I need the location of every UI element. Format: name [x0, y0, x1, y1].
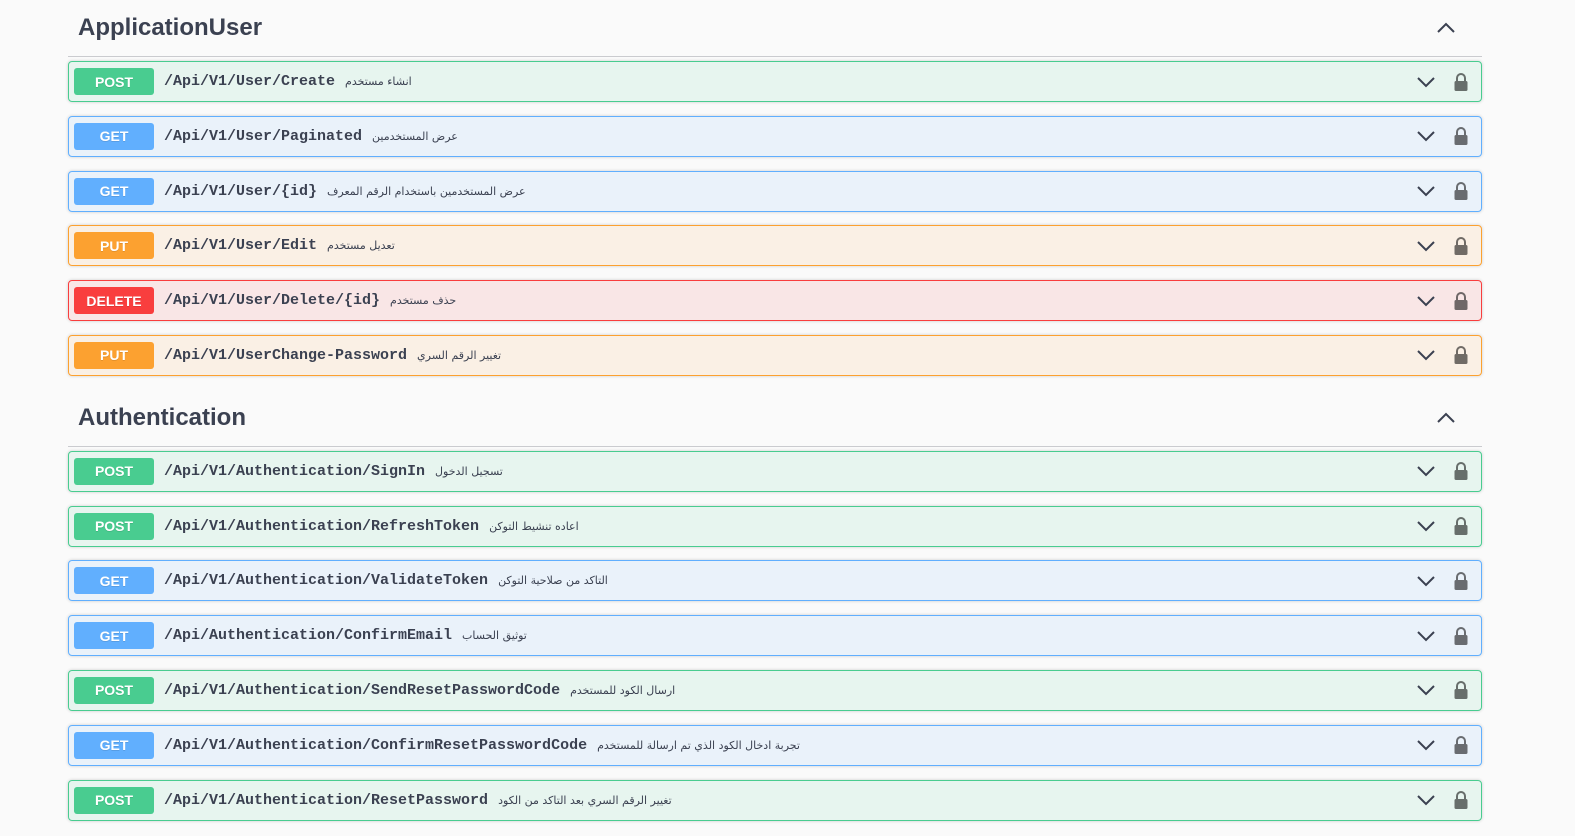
chevron-up-icon[interactable]: [1436, 412, 1456, 424]
tag-header[interactable]: Authentication: [68, 390, 1482, 447]
method-badge: DELETE: [74, 287, 154, 315]
lock-icon[interactable]: [1454, 517, 1468, 536]
lock-icon[interactable]: [1454, 462, 1468, 481]
method-badge: GET: [74, 567, 154, 595]
operation-row[interactable]: GET /Api/V1/Authentication/ValidateToken…: [68, 560, 1482, 602]
chevron-down-icon[interactable]: [1416, 240, 1436, 252]
operation-path: /Api/V1/User/Paginated: [164, 127, 363, 145]
operation-path: /Api/V1/Authentication/ValidateToken: [164, 572, 489, 590]
chevron-down-icon[interactable]: [1416, 575, 1436, 587]
operation-path: /Api/V1/User/{id}: [164, 182, 318, 200]
lock-icon[interactable]: [1454, 236, 1468, 255]
operation-row[interactable]: POST /Api/V1/Authentication/SignIn تسجيل…: [68, 450, 1482, 492]
operation-row[interactable]: PUT /Api/V1/UserChange-Password تغيير ال…: [68, 334, 1482, 376]
method-badge: GET: [74, 622, 154, 650]
operation-path: /Api/Authentication/ConfirmEmail: [164, 627, 453, 645]
operation-summary: عرض المستخدمين: [372, 129, 458, 143]
operation-summary: توثيق الحساب: [462, 629, 527, 643]
lock-icon[interactable]: [1454, 127, 1468, 146]
operation-summary: تغيير الرقم السري: [417, 348, 502, 362]
operation-row[interactable]: POST /Api/V1/Authentication/ResetPasswor…: [68, 779, 1482, 821]
method-badge: POST: [74, 512, 154, 540]
operation-summary: تعديل مستخدم: [327, 239, 395, 253]
lock-icon[interactable]: [1454, 72, 1468, 91]
tag-name: Authentication: [78, 403, 246, 431]
lock-icon[interactable]: [1454, 346, 1468, 365]
lock-icon[interactable]: [1454, 291, 1468, 310]
operation-path: /Api/V1/User/Delete/{id}: [164, 292, 381, 310]
method-badge: POST: [74, 676, 154, 704]
operation-path: /Api/V1/Authentication/ConfirmResetPassw…: [164, 736, 588, 754]
method-badge: PUT: [74, 341, 154, 369]
operation-summary: عرض المستخدمين باستخدام الرقم المعرف: [327, 184, 526, 198]
tag-section-applicationuser: ApplicationUser POST /Api/V1/User/Create…: [68, 0, 1482, 376]
operation-summary: حذف مستخدم: [390, 294, 457, 308]
operation-row[interactable]: PUT /Api/V1/User/Edit تعديل مستخدم: [68, 225, 1482, 267]
operation-list: POST /Api/V1/User/Create انشاء مستخدم GE…: [68, 57, 1482, 376]
operation-summary: اعاده تنشيط التوكن: [489, 519, 579, 533]
lock-icon[interactable]: [1454, 736, 1468, 755]
operation-summary: انشاء مستخدم: [345, 75, 412, 88]
lock-icon[interactable]: [1454, 791, 1468, 810]
lock-icon[interactable]: [1454, 571, 1468, 590]
chevron-down-icon[interactable]: [1416, 76, 1436, 88]
operation-path: /Api/V1/User/Edit: [164, 237, 318, 255]
operation-path: /Api/V1/Authentication/ResetPassword: [164, 791, 489, 809]
chevron-down-icon[interactable]: [1416, 185, 1436, 197]
lock-icon[interactable]: [1454, 182, 1468, 201]
method-badge: GET: [74, 122, 154, 150]
method-badge: PUT: [74, 232, 154, 260]
chevron-down-icon[interactable]: [1416, 684, 1436, 696]
chevron-up-icon[interactable]: [1436, 22, 1456, 34]
chevron-down-icon[interactable]: [1416, 520, 1436, 532]
lock-icon[interactable]: [1454, 626, 1468, 645]
operation-row[interactable]: POST /Api/V1/Authentication/RefreshToken…: [68, 505, 1482, 547]
operation-path: /Api/V1/UserChange-Password: [164, 346, 408, 364]
chevron-down-icon[interactable]: [1416, 739, 1436, 751]
operation-row[interactable]: POST /Api/V1/Authentication/SendResetPas…: [68, 669, 1482, 711]
operation-row[interactable]: GET /Api/V1/Authentication/ConfirmResetP…: [68, 724, 1482, 766]
chevron-down-icon[interactable]: [1416, 465, 1436, 477]
chevron-down-icon[interactable]: [1416, 130, 1436, 142]
operation-row[interactable]: GET /Api/Authentication/ConfirmEmail توث…: [68, 615, 1482, 657]
method-badge: POST: [74, 457, 154, 485]
operation-row[interactable]: POST /Api/V1/User/Create انشاء مستخدم: [68, 61, 1482, 102]
operation-row[interactable]: GET /Api/V1/User/{id} عرض المستخدمين باس…: [68, 170, 1482, 212]
operations-container: ApplicationUser POST /Api/V1/User/Create…: [68, 0, 1482, 834]
operation-summary: ارسال الكود للمستخدم: [570, 683, 676, 697]
operation-summary: تغيير الرقم السري بعد التاكد من الكود: [498, 793, 672, 807]
operation-row[interactable]: DELETE /Api/V1/User/Delete/{id} حذف مستخ…: [68, 280, 1482, 322]
operation-path: /Api/V1/Authentication/RefreshToken: [164, 517, 480, 535]
operation-path: /Api/V1/Authentication/SendResetPassword…: [164, 681, 561, 699]
lock-icon[interactable]: [1454, 681, 1468, 700]
operation-summary: التاكد من صلاحية التوكن: [498, 574, 608, 588]
method-badge: POST: [74, 786, 154, 814]
tag-header[interactable]: ApplicationUser: [68, 0, 1482, 57]
operation-path: /Api/V1/User/Create: [164, 73, 336, 90]
operation-path: /Api/V1/Authentication/SignIn: [164, 462, 426, 480]
operation-summary: تجربة ادخال الكود الذي تم ارسالة للمستخد…: [597, 738, 800, 752]
tag-section-authentication: Authentication POST /Api/V1/Authenticati…: [68, 390, 1482, 821]
tag-name: ApplicationUser: [78, 14, 263, 41]
chevron-down-icon[interactable]: [1416, 630, 1436, 642]
operation-row[interactable]: GET /Api/V1/User/Paginated عرض المستخدمي…: [68, 115, 1482, 157]
chevron-down-icon[interactable]: [1416, 794, 1436, 806]
method-badge: POST: [74, 68, 154, 95]
operation-summary: تسجيل الدخول: [435, 464, 503, 478]
chevron-down-icon[interactable]: [1416, 349, 1436, 361]
method-badge: GET: [74, 177, 154, 205]
method-badge: GET: [74, 731, 154, 759]
operation-list: POST /Api/V1/Authentication/SignIn تسجيل…: [68, 447, 1482, 821]
chevron-down-icon[interactable]: [1416, 295, 1436, 307]
